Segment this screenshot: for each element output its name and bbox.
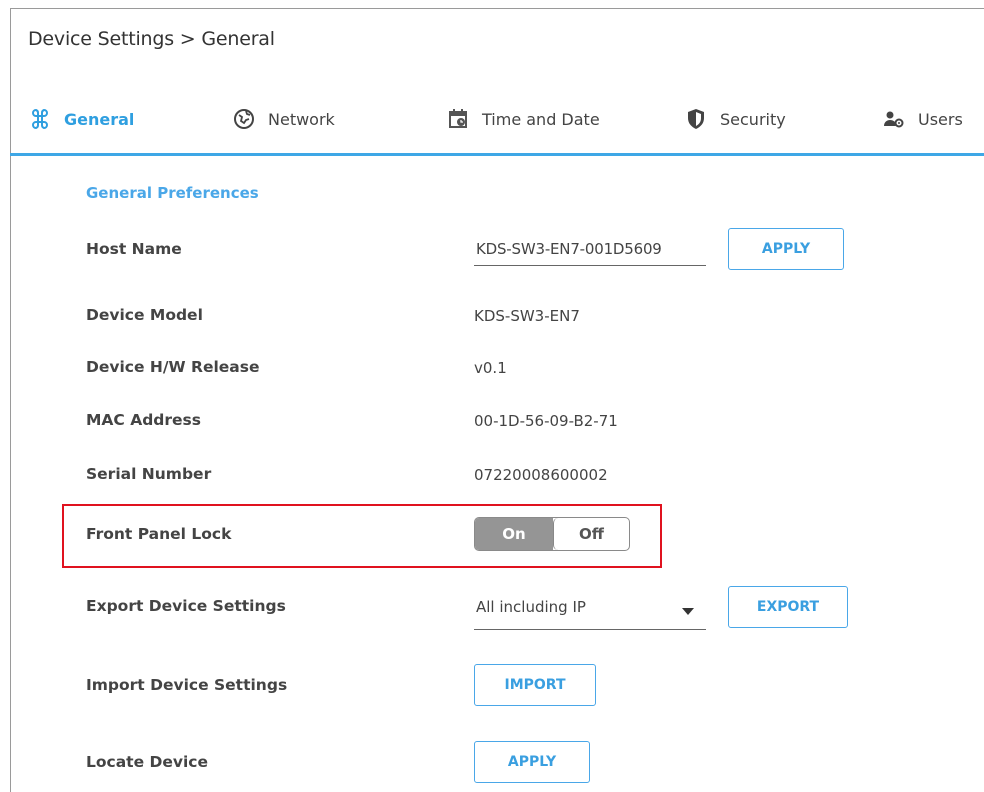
hw-release-label: Device H/W Release [86,358,260,376]
tab-label: Security [720,109,786,129]
import-button[interactable]: IMPORT [474,664,596,706]
host-name-label: Host Name [86,240,182,258]
export-button[interactable]: EXPORT [728,586,848,628]
tab-label: Time and Date [482,109,600,129]
tab-users[interactable]: Users [880,104,963,134]
locate-device-label: Locate Device [86,753,208,771]
device-model-label: Device Model [86,306,203,324]
mac-address-value: 00-1D-56-09-B2-71 [474,412,618,430]
export-settings-label: Export Device Settings [86,597,286,615]
breadcrumb: Device Settings > General [28,28,275,50]
section-title: General Preferences [86,184,259,202]
mac-address-label: MAC Address [86,411,201,429]
host-name-input[interactable] [474,232,706,266]
front-panel-lock-label: Front Panel Lock [86,525,232,543]
general-icon [26,105,54,133]
serial-number-value: 07220008600002 [474,466,608,484]
shield-icon [682,105,710,133]
tab-label: General [64,109,135,129]
chevron-down-icon [682,608,694,615]
tab-label: Network [268,109,335,129]
front-panel-lock-toggle[interactable]: On Off [474,517,630,551]
tab-security[interactable]: Security [682,104,786,134]
network-icon [230,105,258,133]
locate-apply-button[interactable]: APPLY [474,741,590,783]
tabs-underline [10,153,984,156]
calendar-icon [444,105,472,133]
tab-label: Users [918,109,963,129]
import-settings-label: Import Device Settings [86,676,288,694]
export-selected-value: All including IP [476,598,586,616]
tab-general[interactable]: General [26,104,134,134]
export-settings-select[interactable]: All including IP [474,596,706,630]
serial-number-label: Serial Number [86,465,212,483]
tab-time-and-date[interactable]: Time and Date [444,104,600,134]
users-icon [880,105,908,133]
toggle-off-option[interactable]: Off [553,518,629,550]
toggle-on-option[interactable]: On [475,518,553,550]
hw-release-value: v0.1 [474,359,507,377]
device-model-value: KDS-SW3-EN7 [474,307,580,325]
host-name-apply-button[interactable]: APPLY [728,228,844,270]
tab-network[interactable]: Network [230,104,335,134]
